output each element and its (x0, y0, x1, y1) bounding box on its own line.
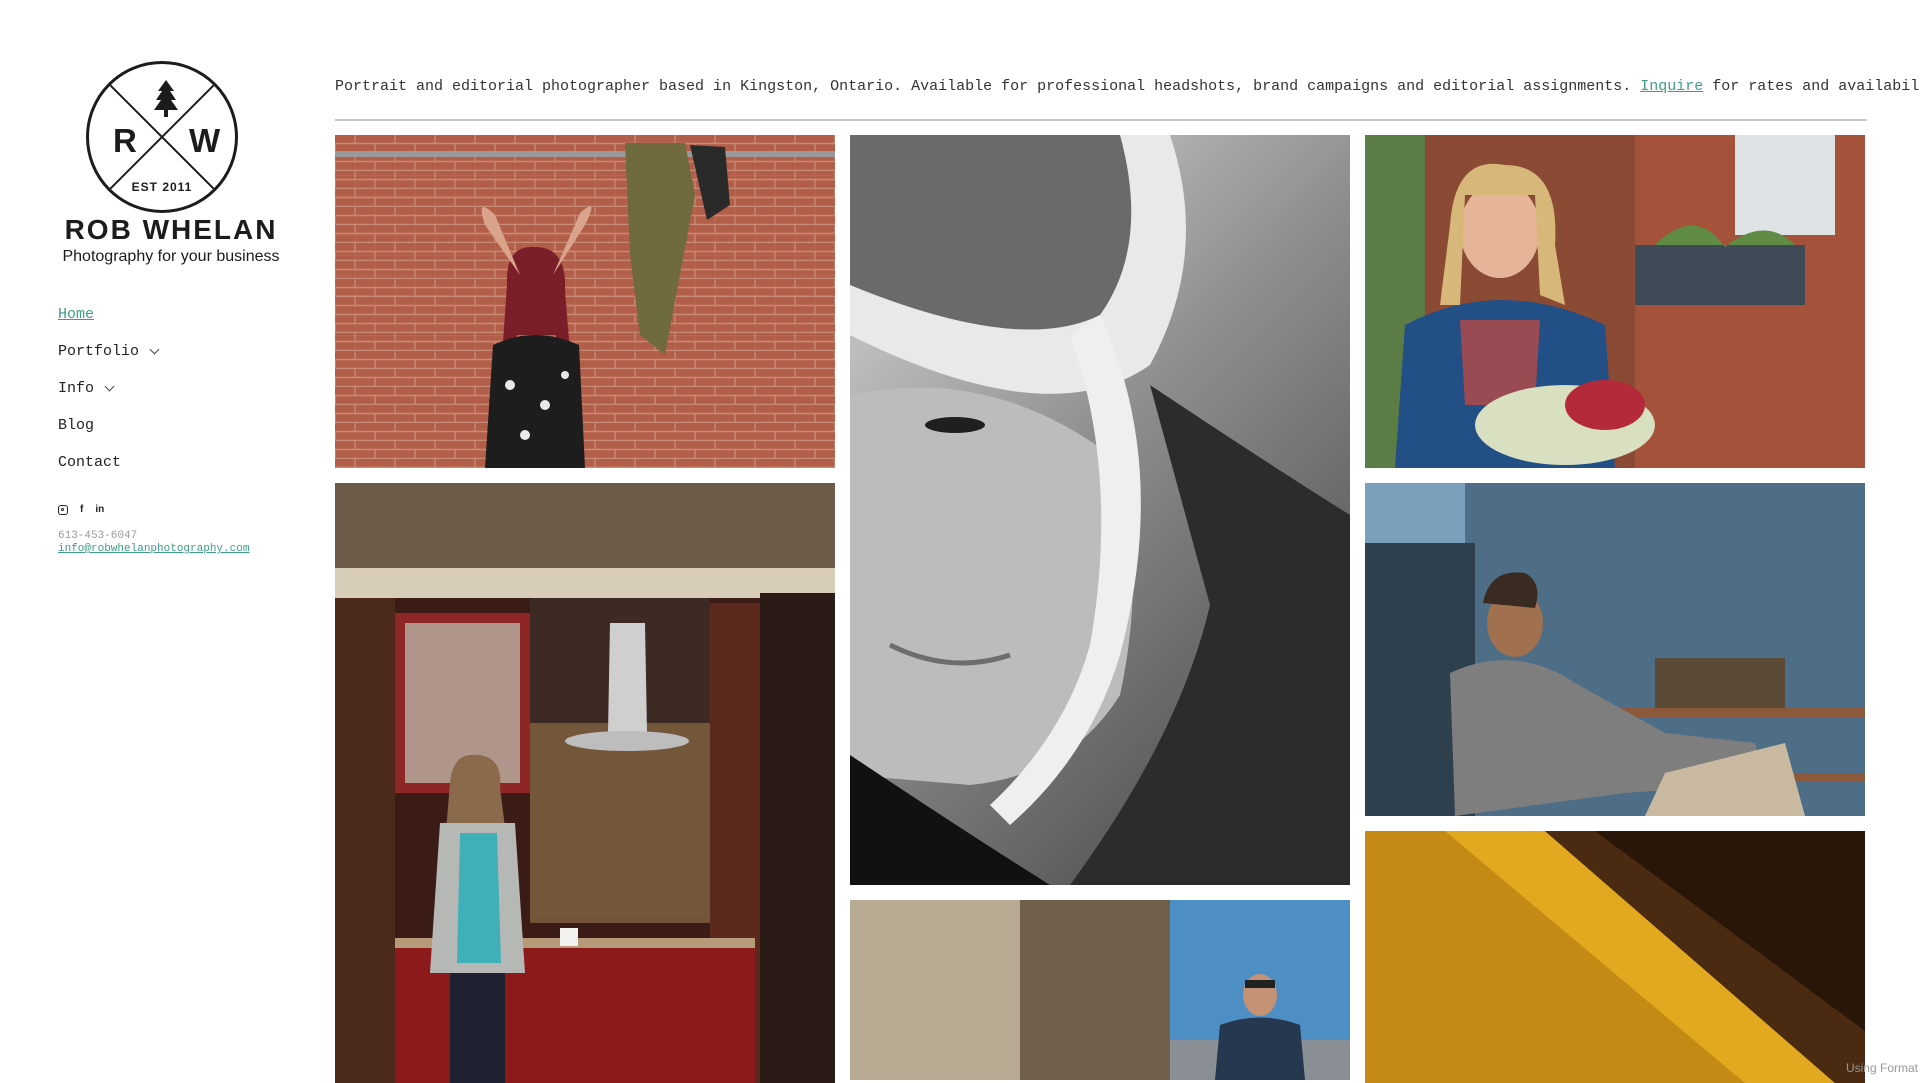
nav-item-contact[interactable]: Contact (58, 444, 158, 481)
photo-man-sitting-against-wall[interactable] (1365, 483, 1865, 816)
contact-info: 613-453-6047 info@robwhelanphotography.c… (58, 530, 249, 556)
photo-image (1365, 483, 1865, 816)
logo-letter-w: W (189, 122, 221, 159)
chevron-down-icon (104, 381, 115, 392)
tree-icon (154, 80, 178, 117)
photo-woman-crafting-on-balcony[interactable] (1365, 135, 1865, 468)
nav-item-blog[interactable]: Blog (58, 407, 158, 444)
linkedin-icon[interactable]: in (95, 504, 104, 515)
intro-text: Portrait and editorial photographer base… (335, 78, 1920, 95)
brand-logo[interactable]: R W EST 2011 ROB WHELAN Photography for … (56, 56, 286, 266)
phone-number: 613-453-6047 (58, 530, 138, 542)
facebook-icon[interactable]: f (80, 504, 83, 515)
nav-item-label: Blog (58, 417, 95, 434)
logo-emblem: R W EST 2011 (86, 61, 238, 213)
photo-image (850, 900, 1350, 1080)
brand-tagline: Photography for your business (62, 248, 280, 265)
photo-image (1365, 135, 1865, 468)
nav-item-portfolio[interactable]: Portfolio (58, 333, 160, 370)
photo-bw-skier-goggles-portrait[interactable] (850, 135, 1350, 885)
inquire-link[interactable]: Inquire (1640, 78, 1703, 95)
photo-man-on-balcony[interactable] (850, 900, 1350, 1080)
photo-image (335, 135, 835, 468)
instagram-icon[interactable] (58, 504, 68, 515)
sidebar: R W EST 2011 ROB WHELAN Photography for … (0, 0, 320, 1080)
photo-image (335, 483, 835, 1083)
intro-after: for rates and availability. (1712, 78, 1920, 95)
photo-yellow-abstract-architecture[interactable] (1365, 831, 1865, 1083)
nav-item-label: Home (58, 306, 95, 323)
nav-item-label: Contact (58, 454, 122, 471)
intro-before: Portrait and editorial photographer base… (335, 78, 1641, 95)
logo-est: EST 2011 (131, 180, 193, 194)
format-credit-link[interactable]: Using Format (1846, 1061, 1918, 1075)
photo-woman-in-kitchen[interactable] (335, 483, 835, 1083)
social-links: f in (58, 504, 104, 515)
nav-item-label: Info (58, 380, 95, 397)
nav-item-label: Portfolio (58, 343, 140, 360)
divider (335, 119, 1867, 121)
photo-red-hair-woman-brick-wall[interactable] (335, 135, 835, 468)
photo-image (1365, 831, 1865, 1083)
logo-letter-r: R (113, 122, 137, 159)
main-nav: Home Portfolio Info Blog Contact (58, 296, 160, 481)
nav-item-home[interactable]: Home (58, 296, 158, 333)
nav-item-info[interactable]: Info (58, 370, 158, 407)
brand-name: ROB WHELAN (64, 214, 278, 245)
chevron-down-icon (149, 344, 160, 355)
email-link[interactable]: info@robwhelanphotography.com (58, 543, 249, 556)
photo-image (850, 135, 1350, 885)
